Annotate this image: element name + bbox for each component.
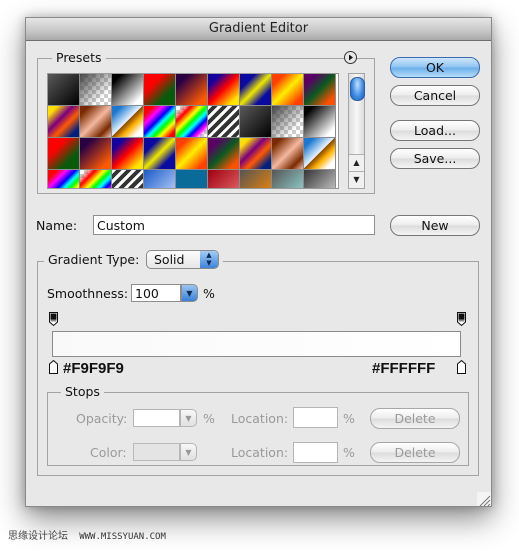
window-title: Gradient Editor <box>26 18 491 41</box>
preset-swatch-teal[interactable] <box>176 170 208 188</box>
preset-swatch-copper-2[interactable] <box>272 138 304 170</box>
preset-swatch-copper[interactable] <box>80 106 112 138</box>
new-button[interactable]: New <box>390 215 480 236</box>
right-stop-color-hex: #FFFFFF <box>372 360 436 377</box>
preset-swatch-spectrum-2[interactable] <box>48 170 80 188</box>
color-label: Color: <box>90 445 127 460</box>
preset-swatch-blue-red-yellow-2[interactable] <box>112 138 144 170</box>
preset-swatch-black-white-2[interactable] <box>304 106 336 138</box>
scroll-down-arrow[interactable]: ▼ <box>349 171 364 188</box>
preset-swatch-spectrum[interactable] <box>144 106 176 138</box>
preset-swatch-violet-green-orange-2[interactable] <box>208 138 240 170</box>
gradient-preview-bar[interactable] <box>52 331 461 357</box>
ok-button[interactable]: OK <box>390 57 480 78</box>
opacity-unit: % <box>203 411 215 426</box>
watermark-url: WWW.MISSYUAN.COM <box>79 532 166 542</box>
preset-swatch-blue-red-yellow[interactable] <box>208 74 240 106</box>
watermark: 思缘设计论坛 WWW.MISSYUAN.COM <box>8 527 166 542</box>
presets-grid <box>47 73 339 189</box>
preset-swatch-yellow-violet-orange-blue[interactable] <box>48 106 80 138</box>
preset-swatch-foreground-to-background[interactable] <box>48 74 80 106</box>
opacity-input[interactable] <box>133 409 180 427</box>
resize-grip-icon[interactable] <box>477 492 491 507</box>
preset-swatch-red-green-2[interactable] <box>48 138 80 170</box>
preset-swatch-blue-light[interactable] <box>144 170 176 188</box>
color-location-unit: % <box>343 445 355 460</box>
save-button[interactable]: Save... <box>390 148 480 169</box>
preset-swatch-transparent-stripes[interactable] <box>208 106 240 138</box>
load-button[interactable]: Load... <box>390 120 480 141</box>
preset-swatch-blue-yellow-blue[interactable] <box>240 74 272 106</box>
smoothness-input[interactable]: 100 <box>131 284 181 302</box>
smoothness-dropdown-arrow[interactable]: ▼ <box>181 284 198 302</box>
watermark-text: 思缘设计论坛 <box>8 531 68 542</box>
color-location-input[interactable] <box>293 442 338 463</box>
gradient-type-value: Solid <box>154 252 185 267</box>
opacity-dropdown-arrow[interactable]: ▼ <box>180 409 197 427</box>
color-stop-right[interactable] <box>457 360 466 374</box>
preset-swatch-blue-yellow-blue-2[interactable] <box>144 138 176 170</box>
color-swatch-input[interactable] <box>133 443 180 461</box>
preset-swatch-grey-white[interactable] <box>304 170 336 188</box>
preset-swatch-violet-green-orange[interactable] <box>304 74 336 106</box>
gradient-editor-dialog: Gradient Editor Presets ▲ ▼ OK Cancel Lo… <box>25 17 492 507</box>
preset-swatch-foreground-to-transparent[interactable] <box>80 74 112 106</box>
preset-swatch-transparent-rainbow[interactable] <box>176 106 208 138</box>
name-label: Name: <box>36 218 78 233</box>
smoothness-unit: % <box>203 286 215 301</box>
preset-swatch-foreground-to-transparent-2[interactable] <box>272 106 304 138</box>
preset-swatch-transparent-rainbow-2[interactable] <box>80 170 112 188</box>
gradient-type-select[interactable]: Solid ▲ ▼ <box>146 250 219 269</box>
opacity-stop-left[interactable] <box>49 312 58 326</box>
opacity-location-input[interactable] <box>293 407 338 428</box>
color-stop-left[interactable] <box>49 360 58 374</box>
opacity-delete-button[interactable]: Delete <box>370 408 460 429</box>
color-dropdown-arrow[interactable]: ▼ <box>180 443 197 461</box>
flyout-menu-icon[interactable] <box>344 51 357 64</box>
opacity-stop-right[interactable] <box>457 312 466 326</box>
preset-swatch-violet-orange-2[interactable] <box>80 138 112 170</box>
preset-swatch-black-white[interactable] <box>112 74 144 106</box>
preset-swatch-violet-orange[interactable] <box>176 74 208 106</box>
name-input[interactable]: Custom <box>93 215 375 235</box>
preset-swatch-orange-yellow-orange-2[interactable] <box>176 138 208 170</box>
gradient-type-label: Gradient Type: <box>48 252 140 267</box>
preset-swatch-yellow-violet-orange-blue-2[interactable] <box>240 138 272 170</box>
preset-swatch-foreground-to-background-2[interactable] <box>240 106 272 138</box>
opacity-location-unit: % <box>343 411 355 426</box>
preset-swatch-grey-orange[interactable] <box>240 170 272 188</box>
opacity-label: Opacity: <box>76 411 128 426</box>
smoothness-label: Smoothness: <box>47 286 129 301</box>
scroll-thumb[interactable] <box>350 77 365 101</box>
cancel-button[interactable]: Cancel <box>390 85 480 106</box>
presets-label: Presets <box>52 50 106 66</box>
preset-swatch-red-green[interactable] <box>144 74 176 106</box>
preset-swatch-chrome[interactable] <box>112 106 144 138</box>
updown-arrows-icon: ▲ ▼ <box>200 251 218 268</box>
stops-label: Stops <box>61 384 104 400</box>
preset-swatch-grey-cyan[interactable] <box>272 170 304 188</box>
left-stop-color-hex: #F9F9F9 <box>63 360 124 377</box>
color-location-label: Location: <box>231 445 289 460</box>
scroll-up-arrow[interactable]: ▲ <box>349 154 364 171</box>
preset-swatch-orange-yellow-orange[interactable] <box>272 74 304 106</box>
preset-swatch-transparent-stripes-2[interactable] <box>112 170 144 188</box>
color-delete-button[interactable]: Delete <box>370 442 460 463</box>
preset-swatch-dark-red[interactable] <box>208 170 240 188</box>
opacity-location-label: Location: <box>231 411 289 426</box>
preset-swatch-chrome-2[interactable] <box>304 138 336 170</box>
presets-scrollbar[interactable]: ▲ ▼ <box>348 73 365 189</box>
